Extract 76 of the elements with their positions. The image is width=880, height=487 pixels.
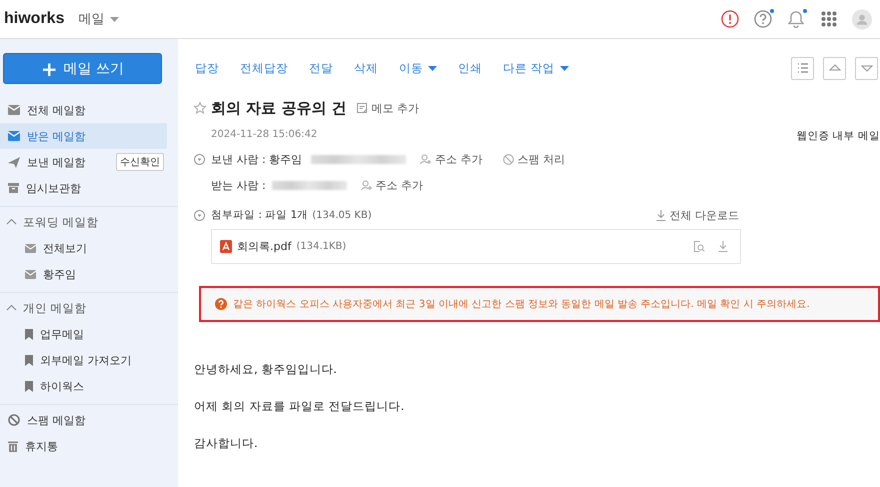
- toolbar-action[interactable]: 이동: [399, 60, 437, 76]
- pdf-icon: [220, 240, 232, 253]
- ban-icon: [502, 154, 514, 164]
- folder-group-title[interactable]: 개인 메일함: [23, 300, 87, 316]
- mailbox-item[interactable]: 스팸 메일함: [0, 407, 167, 433]
- mailbox-item[interactable]: 임시보관함: [0, 175, 167, 201]
- mailbox-item[interactable]: 받은 메일함: [0, 123, 167, 149]
- toolbar-action[interactable]: 답장: [195, 60, 219, 76]
- body-paragraph: 안녕하세요, 황주임입니다.: [194, 362, 338, 378]
- expand-icon: [194, 210, 205, 220]
- mailbox-item[interactable]: 하이웍스: [0, 373, 167, 399]
- attachment-size: (134.05 KB): [312, 210, 372, 220]
- recipient-label: 받는 사람 :: [211, 178, 266, 192]
- attachment-file[interactable]: 회의록.pdf (134.1KB): [211, 229, 741, 264]
- message-date: 2024-11-28 15:06:42: [211, 129, 318, 142]
- memo-icon: [356, 102, 368, 114]
- add-address-button[interactable]: 주소 추가: [360, 178, 424, 192]
- mailbox-item[interactable]: 업무메일: [0, 321, 167, 347]
- question-icon: [215, 298, 227, 310]
- trash-icon: [8, 440, 18, 452]
- bell-icon[interactable]: [788, 10, 804, 28]
- apps-grid-icon[interactable]: [821, 11, 837, 27]
- archive-box-icon: [8, 183, 19, 193]
- folder-group-title[interactable]: 포워딩 메일함: [23, 214, 99, 230]
- download-all-button[interactable]: 전체 다운로드: [656, 208, 739, 222]
- next-mail-button[interactable]: [855, 56, 878, 80]
- expand-icon[interactable]: [194, 154, 205, 164]
- ban-icon: [8, 414, 20, 426]
- compose-button[interactable]: + 메일 쓰기: [3, 53, 162, 84]
- module-dropdown[interactable]: 메일: [78, 10, 120, 28]
- mailbox-item[interactable]: 휴지통: [0, 433, 167, 459]
- sender-label: 보낸 사람 : 황주임: [211, 152, 302, 166]
- toolbar-action[interactable]: 전체답장: [240, 60, 288, 76]
- body-paragraph: 감사합니다.: [194, 436, 259, 452]
- download-icon: [656, 210, 666, 220]
- download-icon[interactable]: [718, 241, 728, 252]
- previous-mail-button[interactable]: [823, 56, 846, 80]
- hiworks-logo[interactable]: hiworks: [4, 10, 64, 28]
- security-label: 웹인증 내부 메일: [796, 129, 880, 143]
- mail-subject: 회의 자료 공유의 건: [211, 98, 347, 118]
- alert-icon[interactable]: [721, 10, 739, 28]
- add-person-icon: [420, 154, 432, 164]
- bookmark-icon: [25, 354, 33, 366]
- bookmark-icon: [25, 328, 33, 340]
- toolbar-action[interactable]: 삭제: [354, 60, 378, 76]
- envelope-icon: [25, 270, 36, 278]
- spam-report-button[interactable]: 스팸 처리: [502, 152, 566, 166]
- add-memo-button[interactable]: 메모 추가: [356, 100, 420, 116]
- paper-plane-icon: [8, 156, 20, 168]
- preview-icon[interactable]: [694, 241, 705, 252]
- chevron-icon[interactable]: [6, 304, 17, 312]
- body-paragraph: 어제 회의 자료를 파일로 전달드립니다.: [194, 399, 406, 415]
- read-receipt-button[interactable]: 수신확인: [116, 153, 164, 171]
- chevron-icon[interactable]: [6, 218, 17, 226]
- bookmark-icon: [25, 380, 33, 392]
- help-icon[interactable]: [754, 10, 772, 28]
- envelope-icon: [8, 131, 20, 141]
- list-button[interactable]: [791, 56, 814, 80]
- caret-icon: [110, 16, 120, 22]
- mailbox-item[interactable]: 황주임: [0, 261, 167, 287]
- add-person-icon: [360, 180, 372, 190]
- avatar-icon[interactable]: [852, 8, 872, 30]
- toolbar-action[interactable]: 다른 작업: [503, 60, 569, 76]
- mailbox-item[interactable]: 외부메일 가져오기: [0, 347, 167, 373]
- envelope-icon: [25, 244, 36, 252]
- toolbar-action[interactable]: 인쇄: [458, 60, 482, 76]
- attachment-label: 첨부파일 : 파일 1개: [211, 208, 308, 222]
- list-icon: [796, 61, 810, 75]
- mailbox-item[interactable]: 보낸 메일함 수신확인: [0, 149, 167, 175]
- star-icon[interactable]: [194, 102, 206, 114]
- envelope-icon: [8, 105, 20, 115]
- add-address-button[interactable]: 주소 추가: [420, 152, 483, 166]
- toolbar-action[interactable]: 전달: [309, 60, 333, 76]
- mailbox-item[interactable]: 전체보기: [0, 235, 167, 261]
- warning-text: 같은 하이웍스 오피스 사용자중에서 최근 3일 이내에 신고한 스팸 정보와 동일한 메일 발송 주소입니다. 메일 확인 시 주의하세요.: [233, 298, 810, 311]
- mailbox-item[interactable]: 전체 메일함: [0, 97, 167, 123]
